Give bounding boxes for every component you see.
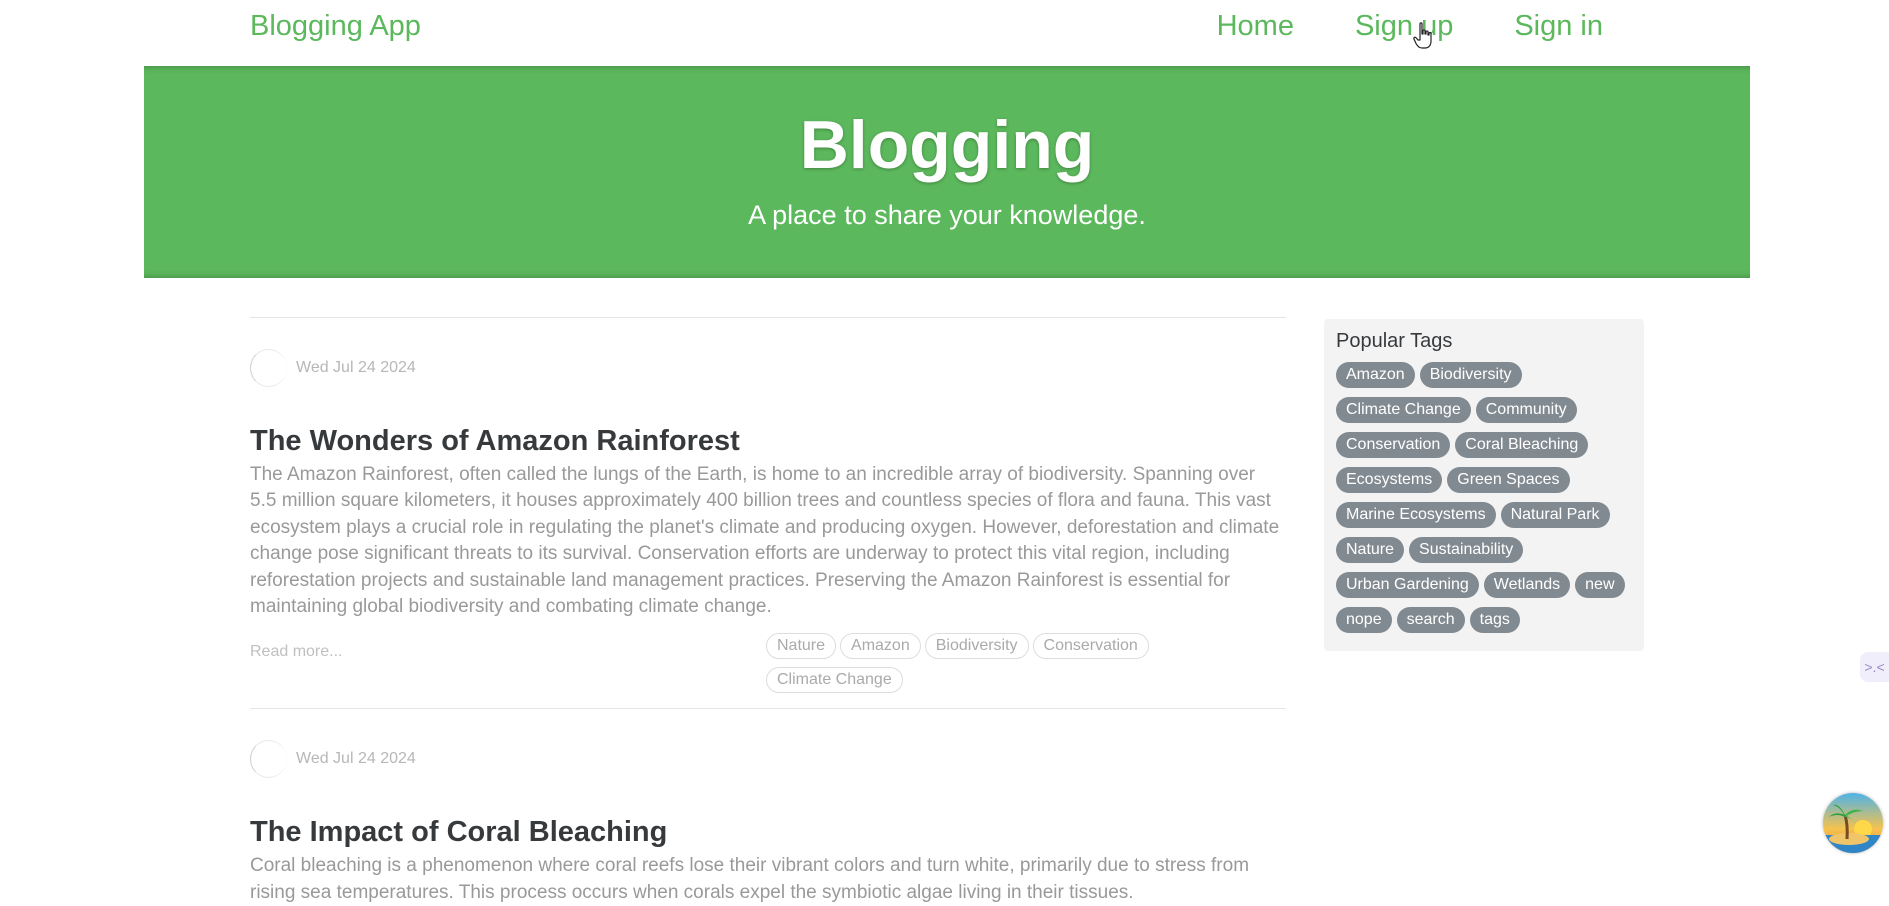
- article-meta: Wed Jul 24 2024: [250, 318, 1286, 387]
- article-title[interactable]: The Wonders of Amazon Rainforest: [250, 380, 1286, 458]
- tag-pill[interactable]: Green Spaces: [1447, 467, 1570, 493]
- article-title[interactable]: The Impact of Coral Bleaching: [250, 771, 1286, 849]
- banner-subtitle: A place to share your knowledge.: [748, 200, 1146, 230]
- hand-cursor-icon: [1413, 22, 1432, 49]
- nav-signin-link[interactable]: Sign in: [1514, 10, 1603, 43]
- tag-pill[interactable]: Coral Bleaching: [1455, 432, 1589, 458]
- author-avatar[interactable]: [250, 349, 287, 387]
- article-tag[interactable]: Nature: [766, 633, 837, 660]
- article-footer: Read more... Nature Amazon Biodiversity …: [250, 620, 1286, 708]
- article-preview: Wed Jul 24 2024 The Impact of Coral Blea…: [250, 708, 1286, 906]
- tag-pill[interactable]: tags: [1469, 607, 1520, 633]
- tag-pill[interactable]: Climate Change: [1336, 397, 1471, 423]
- article-tag[interactable]: Amazon: [840, 633, 921, 660]
- collapse-icon[interactable]: >.<: [1860, 652, 1889, 682]
- tag-pill[interactable]: Conservation: [1336, 432, 1451, 458]
- tag-pill[interactable]: Amazon: [1336, 362, 1415, 388]
- article-date: Wed Jul 24 2024: [296, 359, 416, 376]
- palm-island-avatar[interactable]: [1823, 793, 1883, 853]
- tag-pill[interactable]: new: [1575, 572, 1625, 598]
- tag-pill[interactable]: Community: [1475, 397, 1577, 423]
- tag-cloud: Amazon Biodiversity Climate Change Commu…: [1336, 362, 1636, 633]
- article-meta: Wed Jul 24 2024: [250, 709, 1286, 779]
- nav-signup-link[interactable]: Sign up: [1355, 10, 1453, 43]
- read-more-link[interactable]: Read more...: [250, 643, 342, 661]
- tag-pill[interactable]: Urban Gardening: [1336, 572, 1479, 598]
- article-tag[interactable]: Conservation: [1032, 633, 1149, 660]
- tag-pill[interactable]: Biodiversity: [1419, 362, 1522, 388]
- banner-title: Blogging: [799, 107, 1095, 183]
- popular-tags-title: Popular Tags: [1336, 330, 1453, 352]
- popular-tags-panel: Popular Tags Amazon Biodiversity Climate…: [1324, 319, 1644, 651]
- article-tag[interactable]: Climate Change: [766, 667, 903, 694]
- article-date: Wed Jul 24 2024: [296, 750, 416, 768]
- tag-pill[interactable]: Natural Park: [1500, 502, 1610, 528]
- tag-pill[interactable]: Wetlands: [1483, 572, 1571, 598]
- tag-pill[interactable]: search: [1396, 607, 1465, 633]
- article-preview: Wed Jul 24 2024 The Wonders of Amazon Ra…: [250, 317, 1286, 708]
- article-tag-list: Nature Amazon Biodiversity Conservation …: [766, 633, 1166, 694]
- article-tag[interactable]: Biodiversity: [924, 633, 1029, 660]
- hero-banner: Blogging A place to share your knowledge…: [144, 66, 1750, 278]
- article-body: The Amazon Rainforest, often called the …: [250, 464, 1280, 618]
- nav-home-link[interactable]: Home: [1217, 10, 1294, 43]
- article-feed: Wed Jul 24 2024 The Wonders of Amazon Ra…: [250, 317, 1286, 906]
- tag-pill[interactable]: nope: [1336, 607, 1392, 633]
- navbar: Blogging App Home Sign up Sign in: [0, 0, 1889, 60]
- tag-pill[interactable]: Nature: [1336, 537, 1405, 563]
- tag-pill[interactable]: Sustainability: [1409, 537, 1524, 563]
- tag-pill[interactable]: Ecosystems: [1336, 467, 1443, 493]
- article-body: Coral bleaching is a phenomenon where co…: [250, 855, 1250, 903]
- palm-island-icon: [1823, 793, 1883, 853]
- nav-links: Home Sign up Sign in: [1156, 10, 1603, 43]
- brand-link[interactable]: Blogging App: [250, 10, 421, 43]
- tag-pill[interactable]: Marine Ecosystems: [1336, 502, 1496, 528]
